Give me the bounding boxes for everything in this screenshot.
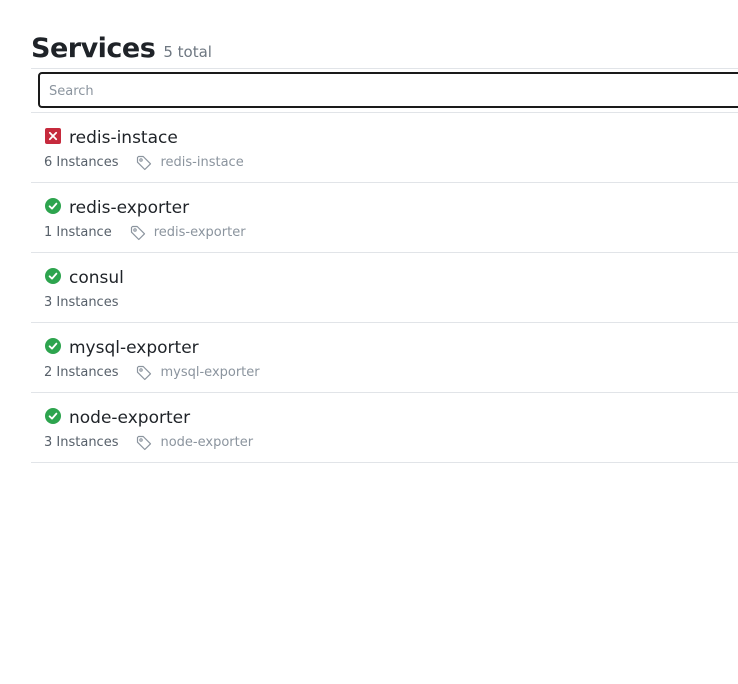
service-name-link[interactable]: node-exporter xyxy=(69,407,190,429)
service-meta: 2 Instances mysql-exporter xyxy=(44,364,260,382)
instance-count: 3 Instances xyxy=(44,295,119,310)
header-divider xyxy=(31,68,738,69)
tag-icon xyxy=(137,155,152,171)
x-square-icon xyxy=(45,128,61,144)
instance-count: 6 Instances xyxy=(44,155,119,170)
instance-count: 1 Instance xyxy=(44,225,112,240)
tag-icon xyxy=(130,225,145,241)
page-header: Services 5 total xyxy=(31,30,212,68)
service-name-link[interactable]: consul xyxy=(69,267,124,289)
service-row[interactable]: consul 3 Instances xyxy=(31,253,738,323)
services-page: Services 5 total redis-instace 6 Instanc… xyxy=(0,0,738,684)
check-circle-icon xyxy=(45,408,61,424)
service-list: redis-instace 6 Instances redis-instace … xyxy=(31,113,738,463)
service-row[interactable]: redis-exporter 1 Instance redis-exporter xyxy=(31,183,738,253)
check-circle-icon xyxy=(45,198,61,214)
service-tag: node-exporter xyxy=(136,434,253,452)
search-box[interactable] xyxy=(38,72,738,108)
service-row[interactable]: redis-instace 6 Instances redis-instace xyxy=(31,113,738,183)
tag-icon xyxy=(137,365,152,381)
instance-count: 3 Instances xyxy=(44,435,119,450)
check-circle-icon xyxy=(45,268,61,284)
service-meta: 3 Instances node-exporter xyxy=(44,434,253,452)
total-count: 5 total xyxy=(163,43,212,61)
service-meta: 6 Instances redis-instace xyxy=(44,154,244,172)
page-title: Services xyxy=(31,33,156,64)
service-tag: redis-instace xyxy=(136,154,244,172)
service-name-link[interactable]: redis-exporter xyxy=(69,197,189,219)
service-name-link[interactable]: redis-instace xyxy=(69,127,178,149)
service-name-link[interactable]: mysql-exporter xyxy=(69,337,199,359)
service-meta: 3 Instances xyxy=(44,294,118,312)
service-meta: 1 Instance redis-exporter xyxy=(44,224,246,242)
service-row[interactable]: node-exporter 3 Instances node-exporter xyxy=(31,393,738,463)
search-input[interactable] xyxy=(49,81,729,101)
service-row[interactable]: mysql-exporter 2 Instances mysql-exporte… xyxy=(31,323,738,393)
tag-label: redis-instace xyxy=(160,155,244,170)
instance-count: 2 Instances xyxy=(44,365,119,380)
tag-label: mysql-exporter xyxy=(160,365,260,380)
tag-icon xyxy=(137,435,152,451)
service-tag: redis-exporter xyxy=(130,224,246,242)
tag-label: redis-exporter xyxy=(153,225,246,240)
tag-label: node-exporter xyxy=(160,435,254,450)
check-circle-icon xyxy=(45,338,61,354)
service-tag: mysql-exporter xyxy=(136,364,260,382)
